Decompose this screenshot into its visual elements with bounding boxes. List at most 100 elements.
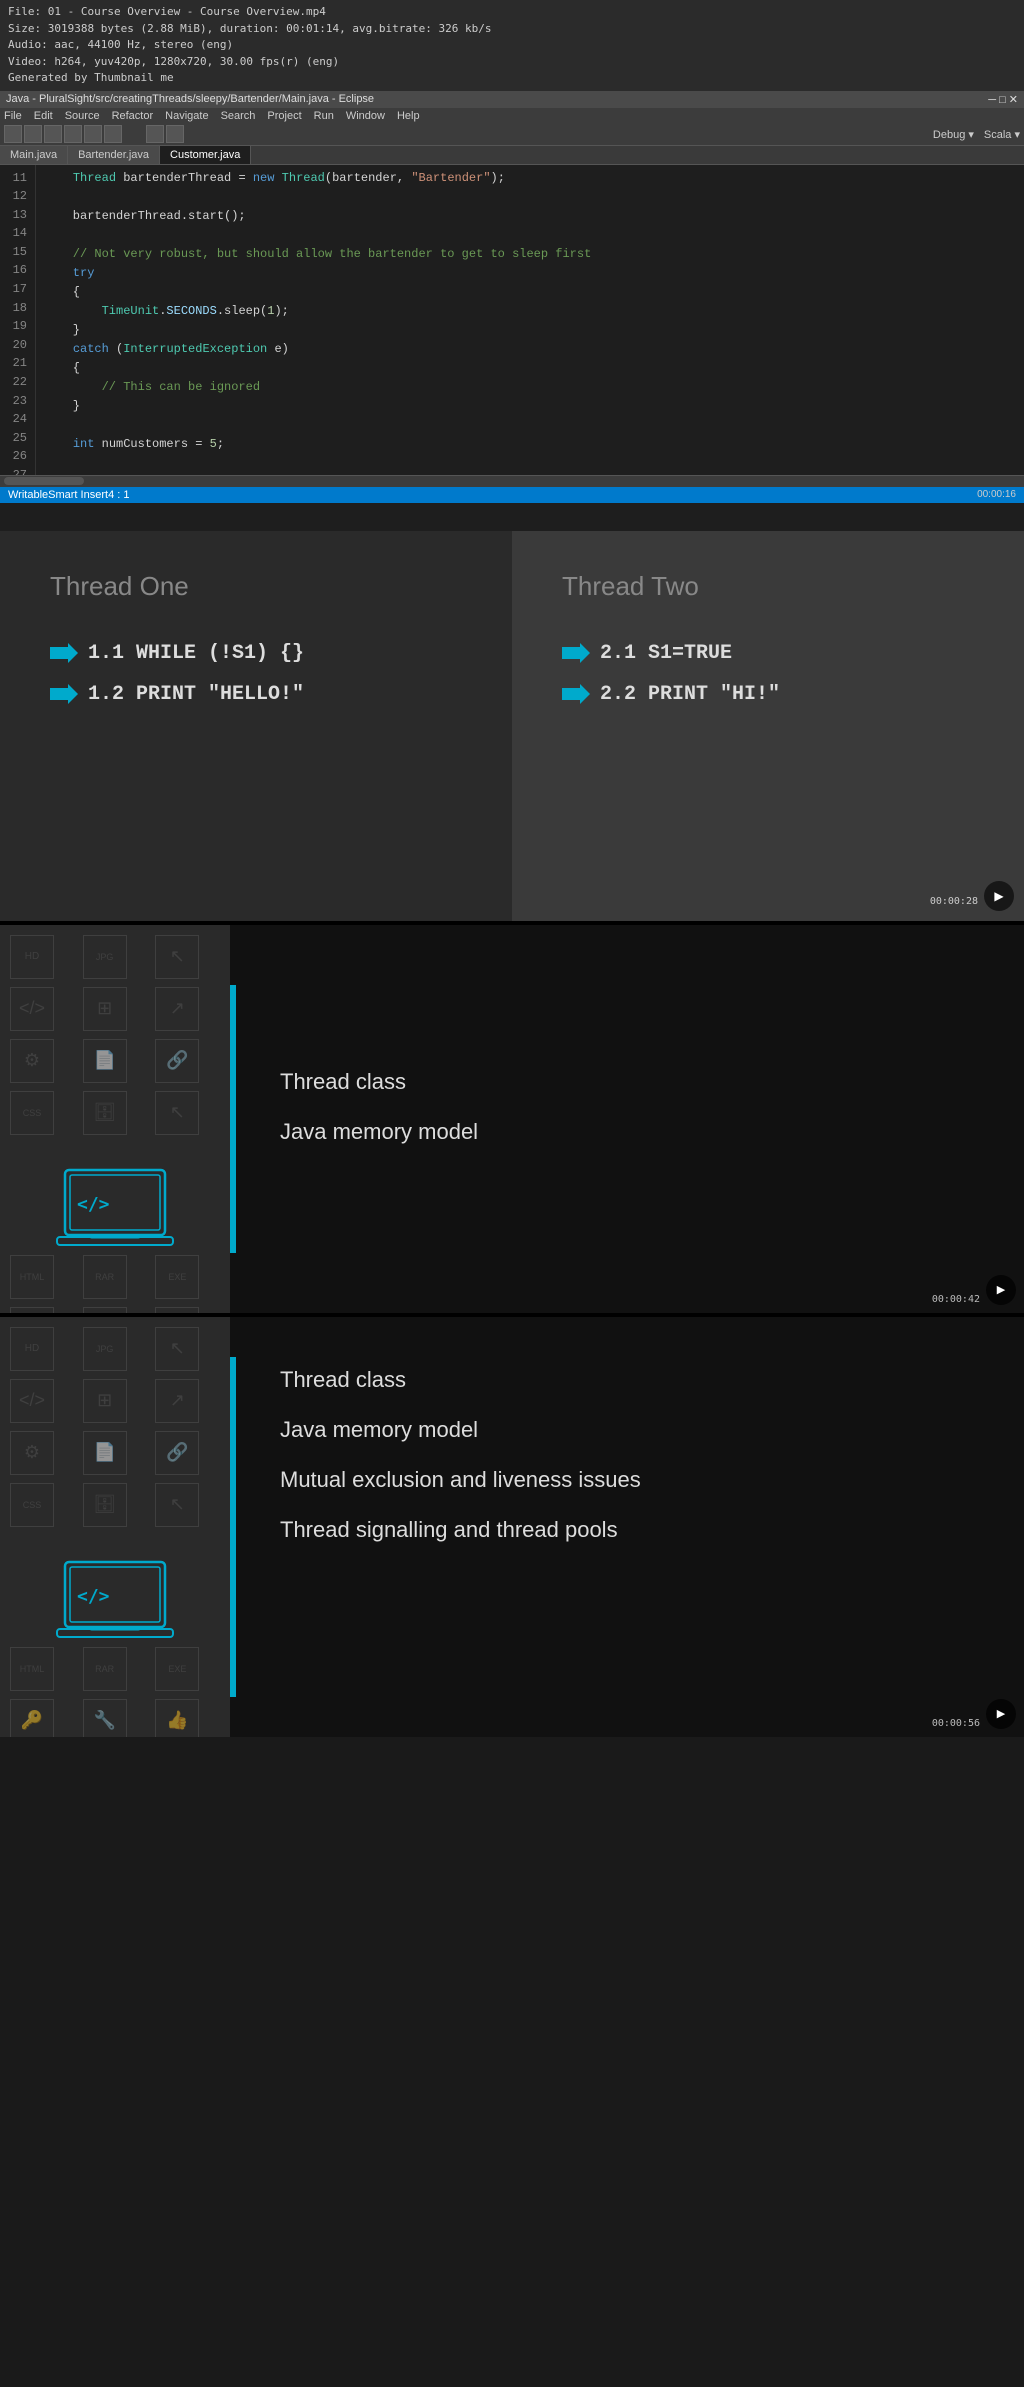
thread-one-panel: Thread One 1.1 WHILE (!S1) {} 1.2 PRINT … (0, 531, 512, 921)
file-info-line1: File: 01 - Course Overview - Course Over… (8, 4, 1016, 21)
course-content-panel-2: Thread class Java memory model Mutual ex… (230, 1317, 1024, 1737)
menu-edit[interactable]: Edit (34, 110, 53, 122)
thread-one-item-2: 1.2 PRINT "HELLO!" (50, 683, 482, 706)
tab-bartender-java[interactable]: Bartender.java (68, 146, 160, 164)
toolbar-btn-6[interactable] (104, 125, 122, 143)
pi-wrench: 🔧 (83, 1307, 127, 1313)
toolbar-btn-3[interactable] (44, 125, 62, 143)
course-bg-pattern-1: HD JPG ↖ </> ⊞ ↗ ⚙ 📄 🔗 CSS 🗄 ↖ </> (0, 925, 230, 1313)
menu-help[interactable]: Help (397, 110, 420, 122)
thread-two-panel: Thread Two 2.1 S1=TRUE 2.2 PRINT "HI!" (512, 531, 1024, 921)
pattern-icon-db: 🗄 (83, 1091, 127, 1135)
course-content-panel-1: Thread class Java memory model (230, 925, 1024, 1313)
thread-one-arrow-1 (50, 643, 78, 663)
course-section-1-timestamp: 00:00:42 (932, 1294, 980, 1305)
pi2-file: 📄 (83, 1431, 127, 1475)
play-button-3[interactable]: ▶ (986, 1699, 1016, 1729)
thread-one-arrow-2 (50, 684, 78, 704)
status-insert: Smart Insert (48, 489, 108, 501)
pi-thumb: 👍 (155, 1307, 199, 1313)
pi2-jpg: JPG (83, 1327, 127, 1371)
svg-text:</>: </> (77, 1194, 110, 1215)
pi2-key: 🔑 (10, 1699, 54, 1737)
pattern-grid-1: HD JPG ↖ </> ⊞ ↗ ⚙ 📄 🔗 CSS 🗄 ↖ (0, 925, 230, 1145)
toolbar-btn-7[interactable] (146, 125, 164, 143)
course-item-1-2: Java memory model (280, 1119, 974, 1145)
pattern-icon-cursor2: ↖ (155, 1091, 199, 1135)
toolbar-debug: Debug ▾ (933, 128, 974, 141)
laptop-illustration-2: </> (0, 1557, 230, 1647)
pi2-cursor2: ↖ (155, 1483, 199, 1527)
toolbar-scala: Scala ▾ (984, 128, 1020, 141)
menu-source[interactable]: Source (65, 110, 100, 122)
course-bg-pattern-2: HD JPG ↖ </> ⊞ ↗ ⚙ 📄 🔗 CSS 🗄 ↖ </> HTML … (0, 1317, 230, 1737)
pattern-icon-css: CSS (10, 1091, 54, 1135)
svg-text:</>: </> (77, 1586, 110, 1607)
eclipse-menubar[interactable]: File Edit Source Refactor Navigate Searc… (0, 108, 1024, 124)
pi2-html: HTML (10, 1647, 54, 1691)
course-section-2-timestamp: 00:00:56 (932, 1718, 980, 1729)
pi-exe: EXE (155, 1255, 199, 1299)
menu-file[interactable]: File (4, 110, 22, 122)
thread-diagram: Thread One 1.1 WHILE (!S1) {} 1.2 PRINT … (0, 531, 1024, 921)
course-item-2-4: Thread signalling and thread pools (280, 1517, 974, 1543)
pi2-share: ↗ (155, 1379, 199, 1423)
pi2-settings: ⚙ (10, 1431, 54, 1475)
play-button-1[interactable]: ▶ (984, 881, 1014, 911)
eclipse-toolbar: Debug ▾ Scala ▾ (0, 124, 1024, 146)
pi2-css: CSS (10, 1483, 54, 1527)
pi2-rar: RAR (83, 1647, 127, 1691)
menu-window[interactable]: Window (346, 110, 385, 122)
toolbar-btn-4[interactable] (64, 125, 82, 143)
pi2-exe: EXE (155, 1647, 199, 1691)
menu-navigate[interactable]: Navigate (165, 110, 208, 122)
window-controls: ─ □ ✕ (988, 93, 1018, 106)
course-item-2-3: Mutual exclusion and liveness issues (280, 1467, 974, 1493)
thread-one-code-2: 1.2 PRINT "HELLO!" (88, 683, 304, 706)
menu-run[interactable]: Run (314, 110, 334, 122)
pattern-icon-settings: ⚙ (10, 1039, 54, 1083)
eclipse-timestamp: 00:00:16 (977, 489, 1016, 501)
horizontal-scrollbar[interactable] (0, 475, 1024, 487)
pi2-cursor: ↖ (155, 1327, 199, 1371)
play-button-2[interactable]: ▶ (986, 1275, 1016, 1305)
thread-two-item-2: 2.2 PRINT "HI!" (562, 683, 994, 706)
eclipse-titlebar: Java - PluralSight/src/creatingThreads/s… (0, 91, 1024, 108)
thread-two-arrow-2 (562, 684, 590, 704)
thread-two-title: Thread Two (562, 571, 994, 602)
course-section-1: HD JPG ↖ </> ⊞ ↗ ⚙ 📄 🔗 CSS 🗄 ↖ </> (0, 925, 1024, 1313)
thread-two-item-1: 2.1 S1=TRUE (562, 642, 994, 665)
toolbar-btn-1[interactable] (4, 125, 22, 143)
pi-key: 🔑 (10, 1307, 54, 1313)
pattern-icon-code1: </> (10, 987, 54, 1031)
pi2-db: 🗄 (83, 1483, 127, 1527)
file-info-header: File: 01 - Course Overview - Course Over… (0, 0, 1024, 91)
laptop-illustration-1: </> (0, 1165, 230, 1255)
eclipse-ide: Java - PluralSight/src/creatingThreads/s… (0, 91, 1024, 531)
pi2-grid: ⊞ (83, 1379, 127, 1423)
pi2-code: </> (10, 1379, 54, 1423)
status-bar: Writable Smart Insert 4 : 1 00:00:16 (0, 487, 1024, 503)
toolbar-btn-8[interactable] (166, 125, 184, 143)
pattern-grid-2: HD JPG ↖ </> ⊞ ↗ ⚙ 📄 🔗 CSS 🗄 ↖ (0, 1317, 230, 1537)
thread-two-code-1: 2.1 S1=TRUE (600, 642, 732, 665)
accent-bar-2 (230, 1357, 236, 1697)
tab-customer-java[interactable]: Customer.java (160, 146, 251, 164)
menu-refactor[interactable]: Refactor (112, 110, 154, 122)
status-position: 4 : 1 (108, 489, 129, 501)
thread-two-arrow-1 (562, 643, 590, 663)
pi-html: HTML (10, 1255, 54, 1299)
toolbar-btn-2[interactable] (24, 125, 42, 143)
status-writable: Writable (8, 489, 48, 501)
pattern-icon-jpg: JPG (83, 935, 127, 979)
pi2-wrench: 🔧 (83, 1699, 127, 1737)
pattern-icon-share: ↗ (155, 987, 199, 1031)
thread-one-code-1: 1.1 WHILE (!S1) {} (88, 642, 304, 665)
pattern-icon-file: 📄 (83, 1039, 127, 1083)
tab-main-java[interactable]: Main.java (0, 146, 68, 164)
toolbar-btn-5[interactable] (84, 125, 102, 143)
menu-search[interactable]: Search (221, 110, 256, 122)
menu-project[interactable]: Project (267, 110, 301, 122)
code-content: Thread bartenderThread = new Thread(bart… (36, 165, 1024, 475)
accent-bar-1 (230, 985, 236, 1253)
